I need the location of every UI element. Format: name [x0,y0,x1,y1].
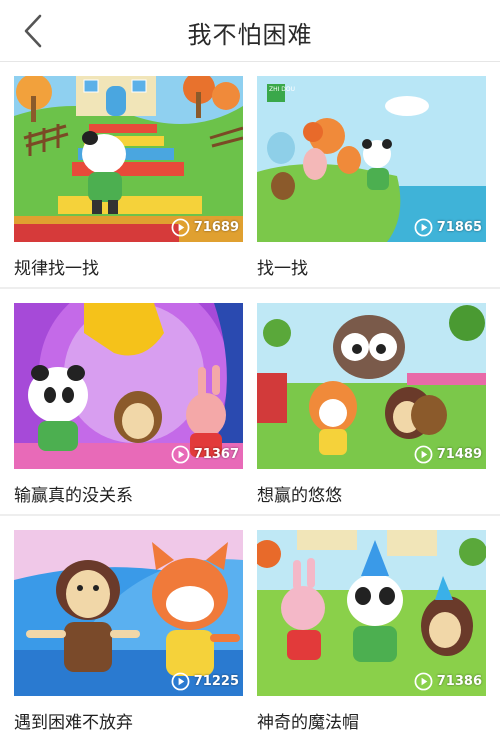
video-thumbnail: 71225 [14,530,243,696]
video-card[interactable]: 71367 输赢真的没关系 [14,303,243,513]
play-count: 71865 [414,216,482,238]
video-row: 71367 输赢真的没关系 71489 想赢的悠悠 [0,289,500,515]
video-thumbnail: ZHI DOU 71865 [257,76,486,242]
play-count-value: 71386 [436,673,482,689]
video-thumbnail: 71689 [14,76,243,242]
play-circle-icon [171,218,190,236]
play-count: 71225 [171,670,239,692]
video-title: 遇到困难不放弃 [14,713,133,733]
play-circle-icon [414,218,433,236]
video-thumbnail: 71367 [14,303,243,469]
play-circle-icon [171,445,190,463]
thumb-logo: ZHI DOU [269,86,295,93]
video-title: 规律找一找 [14,259,99,279]
video-title: 神奇的魔法帽 [257,713,359,733]
play-count-value: 71689 [193,219,239,235]
video-card[interactable]: 71489 想赢的悠悠 [257,303,486,513]
video-card[interactable]: ZHI DOU 71865 找一找 [257,76,486,286]
video-thumbnail: 71489 [257,303,486,469]
video-title: 找一找 [257,259,308,279]
play-circle-icon [414,672,433,690]
play-count-value: 71865 [436,219,482,235]
video-row: 71225 遇到困难不放弃 71386 神奇的魔法帽 [0,516,500,742]
play-count: 71367 [171,443,239,465]
play-count: 71489 [414,443,482,465]
play-count-value: 71489 [436,446,482,462]
top-bar: 我不怕困难 [0,0,500,62]
video-card[interactable]: 71689 规律找一找 [14,76,243,286]
video-row: 71689 规律找一找 ZHI DOU 71865 找一找 [0,62,500,288]
play-count: 71689 [171,216,239,238]
play-circle-icon [171,672,190,690]
play-count-value: 71367 [193,446,239,462]
video-title: 想赢的悠悠 [257,486,342,506]
play-count: 71386 [414,670,482,692]
video-card[interactable]: 71386 神奇的魔法帽 [257,530,486,740]
play-count-value: 71225 [193,673,239,689]
page-title: 我不怕困难 [187,21,313,49]
video-card[interactable]: 71225 遇到困难不放弃 [14,530,243,740]
video-thumbnail: 71386 [257,530,486,696]
video-title: 输赢真的没关系 [14,486,133,506]
play-circle-icon [414,445,433,463]
